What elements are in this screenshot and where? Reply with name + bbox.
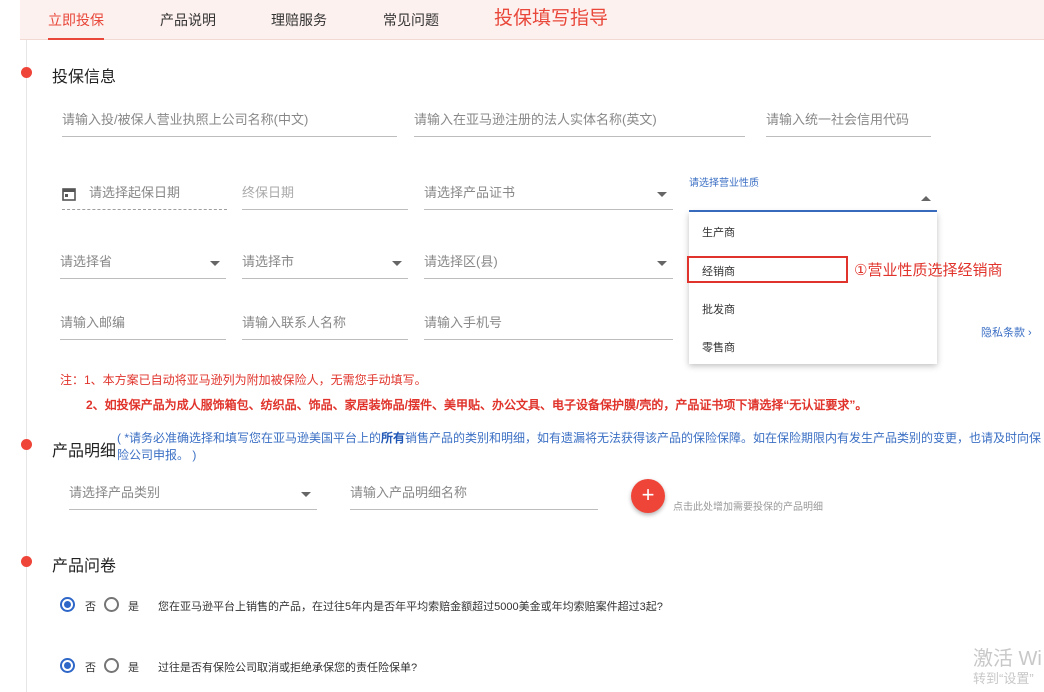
top-tab-bar: 立即投保 产品说明 理赔服务 常见问题 投保填写指导 [20, 0, 1044, 40]
question-2-text: 过往是否有保险公司取消或拒绝承保您的责任险保单? [158, 662, 418, 674]
certificate-select[interactable]: 请选择产品证书 [424, 178, 673, 210]
option-retailer[interactable]: 零售商 [702, 339, 735, 355]
credit-code-input[interactable]: 请输入统一社会信用代码 [766, 105, 931, 137]
timeline-line [26, 40, 27, 692]
section-title-product-detail: 产品明细 [52, 443, 117, 460]
phone-input[interactable]: 请输入手机号 [424, 308, 673, 340]
tab-product-info[interactable]: 产品说明 [160, 0, 216, 40]
radio-label-yes: 是 [128, 601, 139, 613]
start-date-picker[interactable]: 请选择起保日期 [62, 178, 227, 210]
district-select[interactable]: 请选择区(县) [424, 247, 673, 279]
product-category-select[interactable]: 请选择产品类别 [69, 478, 317, 510]
activation-watermark: 激活 Wi [973, 648, 1042, 670]
chevron-down-icon [392, 261, 402, 266]
company-cn-input[interactable]: 请输入投/被保人营业执照上公司名称(中文) [62, 105, 397, 137]
radio-no-q2[interactable] [60, 658, 75, 673]
chevron-down-icon [657, 192, 667, 197]
option-manufacturer[interactable]: 生产商 [702, 224, 735, 240]
radio-no-q1[interactable] [60, 597, 75, 612]
tab-faq[interactable]: 常见问题 [383, 0, 439, 40]
activation-watermark-sub: 转到“设置” [973, 671, 1034, 686]
question-1-text: 您在亚马逊平台上销售的产品，在过往5年内是否年平均索赔金额超过5000美金或年均… [158, 601, 663, 613]
product-name-input[interactable]: 请输入产品明细名称 [350, 478, 598, 510]
business-type-menu: 生产商 经销商 批发商 零售商 [689, 212, 937, 364]
privacy-link[interactable]: 隐私条款 › [981, 324, 1032, 340]
end-date-field: 终保日期 [242, 178, 408, 210]
product-detail-description: ( *请务必准确选择和填写您在亚马逊美国平台上的所有销售产品的类别和明细，如有遗… [117, 431, 1042, 462]
tab-insure-now[interactable]: 立即投保 [48, 0, 104, 40]
note-line-2: 2、如投保产品为成人服饰箱包、纺织品、饰品、家居装饰品/摆件、美甲贴、办公文具、… [86, 398, 868, 412]
option-wholesaler[interactable]: 批发商 [702, 301, 735, 317]
chevron-up-icon [921, 196, 931, 201]
timeline-dot [21, 556, 32, 567]
radio-label-no: 否 [85, 662, 96, 674]
postcode-input[interactable]: 请输入邮编 [60, 308, 226, 340]
city-select[interactable]: 请选择市 [242, 247, 408, 279]
chevron-down-icon [657, 261, 667, 266]
annotation-text: ①营业性质选择经销商 [854, 262, 1003, 279]
timeline-dot [21, 67, 32, 78]
chevron-down-icon [210, 261, 220, 266]
section-title-insure-info: 投保信息 [52, 69, 117, 86]
company-en-input[interactable]: 请输入在亚马逊注册的法人实体名称(英文) [414, 105, 745, 137]
radio-yes-q1[interactable] [104, 597, 119, 612]
contact-input[interactable]: 请输入联系人名称 [242, 308, 408, 340]
add-product-button[interactable]: + [631, 479, 665, 513]
section-title-questionnaire: 产品问卷 [52, 558, 117, 575]
radio-yes-q2[interactable] [104, 658, 119, 673]
note-line-1: 注：1、本方案已自动将亚马逊列为附加被保险人，无需您手动填写。 [60, 373, 427, 387]
radio-label-yes: 是 [128, 662, 139, 674]
province-select[interactable]: 请选择省 [60, 247, 226, 279]
tab-claims[interactable]: 理赔服务 [271, 0, 327, 40]
timeline-dot [21, 439, 32, 450]
annotation-highlight-box [687, 256, 848, 283]
add-product-hint: 点击此处增加需要投保的产品明细 [673, 502, 823, 513]
chevron-down-icon [301, 492, 311, 497]
business-type-select[interactable] [689, 186, 937, 212]
radio-label-no: 否 [85, 601, 96, 613]
calendar-icon [62, 188, 76, 201]
tab-fill-guide[interactable]: 投保填写指导 [494, 0, 608, 40]
